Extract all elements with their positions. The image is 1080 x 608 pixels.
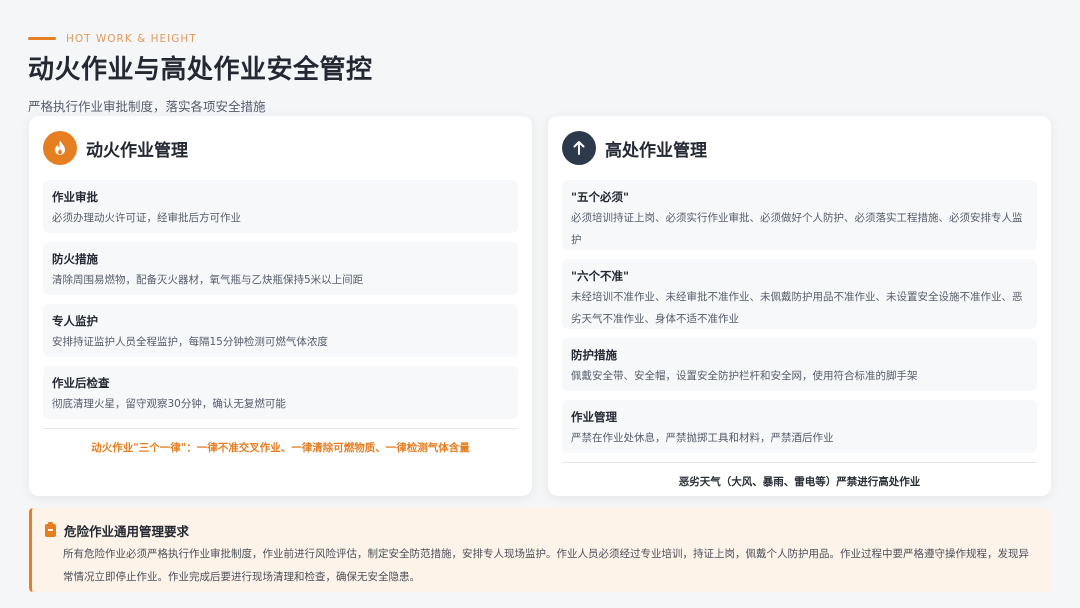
item-text: 必须培训持证上岗、必须实行作业审批、必须做好个人防护、必须落实工程措施、必须安排… xyxy=(571,212,1023,246)
eyebrow-accent-bar xyxy=(28,37,56,40)
hot-work-card-title: 动火作业管理 xyxy=(86,140,188,161)
item-title: "五个必须" xyxy=(571,190,629,204)
height-work-item: 作业管理 严禁在作业处休息，严禁抛掷工具和材料，严禁酒后作业 xyxy=(562,400,1037,453)
item-title: 作业后检查 xyxy=(52,376,110,390)
notice-text: 所有危险作业必须严格执行作业审批制度，作业前进行风险评估，制定安全防范措施，安排… xyxy=(63,548,1029,583)
item-text: 未经培训不准作业、未经审批不准作业、未佩戴防护用品不准作业、未设置安全设施不准作… xyxy=(571,291,1023,325)
item-text: 必须办理动火许可证，经审批后方可作业 xyxy=(52,212,241,224)
clipboard-icon xyxy=(45,522,56,537)
item-title: "六个不准" xyxy=(571,269,629,283)
eyebrow-text: HOT WORK & HEIGHT xyxy=(66,33,197,45)
hot-work-item: 作业后检查 彻底清理火星，留守观察30分钟，确认无复燃可能 xyxy=(43,366,518,419)
height-work-card-title: 高处作业管理 xyxy=(605,140,707,161)
item-text: 彻底清理火星，留守观察30分钟，确认无复燃可能 xyxy=(52,398,286,410)
height-work-card: 高处作业管理 "五个必须" 必须培训持证上岗、必须实行作业审批、必须做好个人防护… xyxy=(548,116,1051,496)
item-text: 佩戴安全带、安全帽，设置安全防护栏杆和安全网，使用符合标准的脚手架 xyxy=(571,370,918,382)
hot-work-item: 专人监护 安排持证监护人员全程监护，每隔15分钟检测可燃气体浓度 xyxy=(43,304,518,357)
item-title: 防火措施 xyxy=(52,252,98,266)
general-requirements-notice: 危险作业通用管理要求 所有危险作业必须严格执行作业审批制度，作业前进行风险评估，… xyxy=(29,508,1051,592)
item-text: 安排持证监护人员全程监护，每隔15分钟检测可燃气体浓度 xyxy=(52,336,328,348)
height-work-item: "六个不准" 未经培训不准作业、未经审批不准作业、未佩戴防护用品不准作业、未设置… xyxy=(562,259,1037,329)
notice-title: 危险作业通用管理要求 xyxy=(64,524,190,539)
flame-icon xyxy=(43,131,77,165)
height-work-footer-rule: 恶劣天气（大风、暴雨、雷电等）严禁进行高处作业 xyxy=(678,476,921,488)
item-text: 清除周围易燃物，配备灭火器材，氧气瓶与乙炔瓶保持5米以上间距 xyxy=(52,274,364,286)
hot-work-footer-rule: 动火作业"三个一律"：一律不准交叉作业、一律清除可燃物质、一律检测气体含量 xyxy=(91,442,470,454)
height-work-item: "五个必须" 必须培训持证上岗、必须实行作业审批、必须做好个人防护、必须落实工程… xyxy=(562,180,1037,250)
item-title: 防护措施 xyxy=(571,348,617,362)
arrow-up-icon xyxy=(562,131,596,165)
item-text: 严禁在作业处休息，严禁抛掷工具和材料，严禁酒后作业 xyxy=(571,432,834,444)
hot-work-card: 动火作业管理 作业审批 必须办理动火许可证，经审批后方可作业 防火措施 清除周围… xyxy=(29,116,532,496)
item-title: 专人监护 xyxy=(52,314,98,328)
hot-work-item: 防火措施 清除周围易燃物，配备灭火器材，氧气瓶与乙炔瓶保持5米以上间距 xyxy=(43,242,518,295)
page-title: 动火作业与高处作业安全管控 xyxy=(28,55,373,85)
notice-header: 危险作业通用管理要求 xyxy=(45,521,1037,540)
item-title: 作业审批 xyxy=(52,190,98,204)
eyebrow: HOT WORK & HEIGHT xyxy=(28,32,373,45)
page-subtitle: 严格执行作业审批制度，落实各项安全措施 xyxy=(28,99,266,114)
item-title: 作业管理 xyxy=(571,410,617,424)
height-work-card-header: 高处作业管理 xyxy=(562,130,1037,166)
page-header: HOT WORK & HEIGHT 动火作业与高处作业安全管控 严格执行作业审批… xyxy=(28,32,373,115)
height-work-item: 防护措施 佩戴安全带、安全帽，设置安全防护栏杆和安全网，使用符合标准的脚手架 xyxy=(562,338,1037,391)
hot-work-card-header: 动火作业管理 xyxy=(43,130,518,166)
hot-work-item: 作业审批 必须办理动火许可证，经审批后方可作业 xyxy=(43,180,518,233)
